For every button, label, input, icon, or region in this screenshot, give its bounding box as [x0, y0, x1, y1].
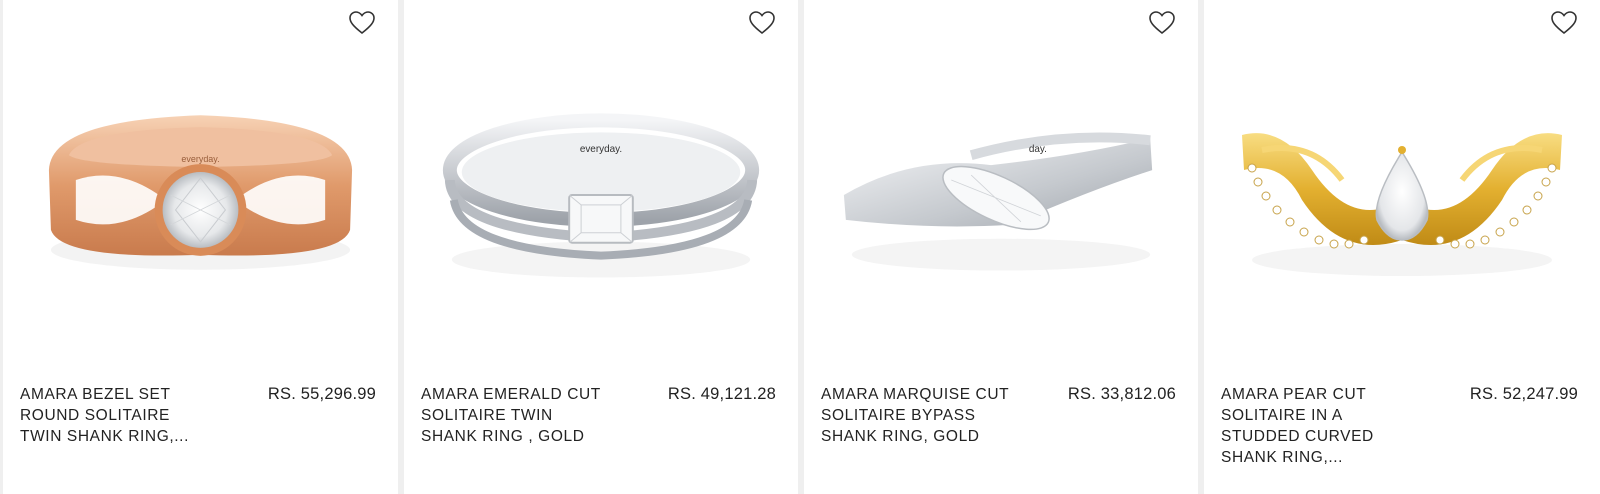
engraving-text: everyday.	[181, 154, 219, 164]
product-card[interactable]: everyday. AMARA EMERALD CUT SOLITAIRE TW…	[404, 0, 798, 494]
product-title[interactable]: AMARA MARQUISE CUT SOLITAIRE BYPASS SHAN…	[821, 384, 1011, 447]
engraving-text: everyday.	[580, 144, 622, 155]
product-price: RS. 33,812.06	[1067, 385, 1176, 403]
product-title[interactable]: AMARA EMERALD CUT SOLITAIRE TWIN SHANK R…	[421, 384, 611, 447]
product-price: RS. 55,296.99	[267, 385, 376, 403]
product-image[interactable]: day.	[822, 60, 1180, 320]
product-image[interactable]: everyday.	[21, 60, 380, 320]
wishlist-heart-icon[interactable]	[1148, 10, 1176, 36]
wishlist-heart-icon[interactable]	[748, 10, 776, 36]
wishlist-heart-icon[interactable]	[348, 10, 376, 36]
product-price: RS. 49,121.28	[667, 385, 776, 403]
product-card[interactable]: everyday. AMARA BEZEL SET ROUND SOLITAIR…	[3, 0, 398, 494]
product-grid: everyday. AMARA BEZEL SET ROUND SOLITAIR…	[0, 0, 1600, 494]
product-title[interactable]: AMARA PEAR CUT SOLITAIRE IN A STUDDED CU…	[1221, 384, 1411, 468]
engraving-text: day.	[1029, 144, 1047, 155]
product-image[interactable]	[1222, 60, 1582, 320]
product-card[interactable]: AMARA PEAR CUT SOLITAIRE IN A STUDDED CU…	[1204, 0, 1600, 494]
wishlist-heart-icon[interactable]	[1550, 10, 1578, 36]
product-price: RS. 52,247.99	[1469, 385, 1578, 403]
product-card[interactable]: day. AMARA MARQUISE CUT SOLITAIRE BYPASS…	[804, 0, 1198, 494]
product-title[interactable]: AMARA BEZEL SET ROUND SOLITAIRE TWIN SHA…	[20, 384, 210, 447]
product-image[interactable]: everyday.	[422, 60, 780, 320]
